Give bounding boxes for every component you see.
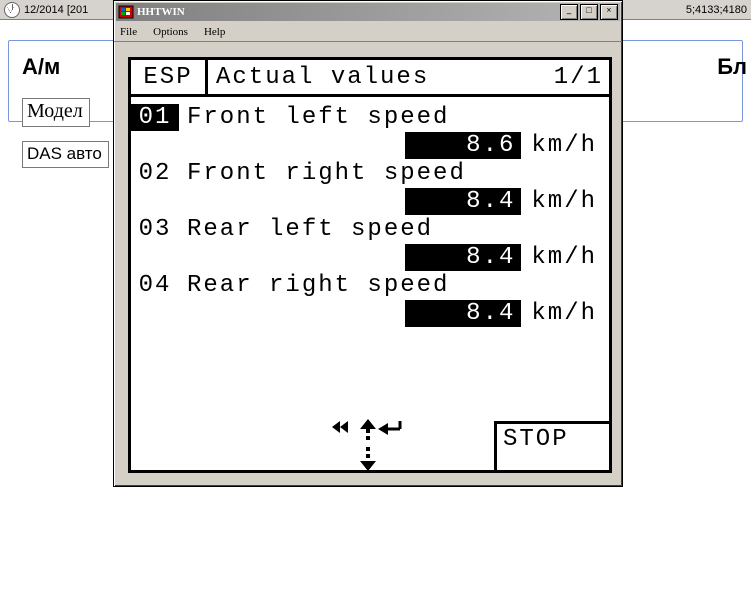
label-am: А/м [22,54,60,80]
value-rows: 01 Front left speed 8.6 km/h 02 Front ri… [131,97,609,327]
menu-file[interactable]: File [118,25,139,39]
table-row[interactable]: 01 Front left speed 8.6 km/h [131,103,603,159]
row-value: 8.4 [405,300,521,327]
hhtwin-window: HHTWIN _ □ × File Options Help ESP Actua… [113,0,623,487]
app-icon [118,5,134,19]
table-row[interactable]: 02 Front right speed 8.4 km/h [131,159,603,215]
menu-options[interactable]: Options [151,25,190,39]
enter-icon [378,421,400,435]
back-icon [332,421,348,433]
nav-icons[interactable] [328,419,418,469]
menu-help[interactable]: Help [202,25,227,39]
row-unit: km/h [531,188,597,215]
row-number: 03 [131,216,179,243]
window-title-text: HHTWIN [137,6,185,18]
window-titlebar[interactable]: HHTWIN _ □ × [116,3,620,21]
minimize-button[interactable]: _ [560,4,578,20]
close-button[interactable]: × [600,4,618,20]
mercedes-icon [4,2,20,18]
row-unit: km/h [531,132,597,159]
stop-button[interactable]: STOP [494,421,612,473]
screen-header: ESP Actual values 1/1 [131,60,609,97]
row-label: Rear left speed [187,216,433,243]
up-icon [360,419,376,440]
row-number: 04 [131,272,179,299]
terminal-screen: ESP Actual values 1/1 01 Front left spee… [128,57,612,473]
down-icon [360,447,376,471]
row-label: Rear right speed [187,272,449,299]
row-value: 8.4 [405,244,521,271]
table-row[interactable]: 04 Rear right speed 8.4 km/h [131,271,603,327]
table-row[interactable]: 03 Rear left speed 8.4 km/h [131,215,603,271]
maximize-button[interactable]: □ [580,4,598,20]
window-menubar: File Options Help [114,23,622,42]
label-bl: Бл [717,54,747,80]
screen-footer: STOP [128,417,612,473]
header-esp: ESP [131,60,208,94]
das-field[interactable]: DAS авто [22,141,109,168]
row-value: 8.6 [405,132,521,159]
titlebar-right-text: 5;4133;4180 [686,4,747,16]
header-page: 1/1 [533,60,609,94]
titlebar-left-text: 12/2014 [201 [24,4,88,16]
row-unit: km/h [531,244,597,271]
model-field[interactable]: Модел [22,98,90,127]
row-unit: km/h [531,300,597,327]
header-title: Actual values [208,60,533,94]
row-value: 8.4 [405,188,521,215]
row-label: Front left speed [187,104,449,131]
row-label: Front right speed [187,160,466,187]
row-number: 02 [131,160,179,187]
row-number: 01 [131,104,179,131]
